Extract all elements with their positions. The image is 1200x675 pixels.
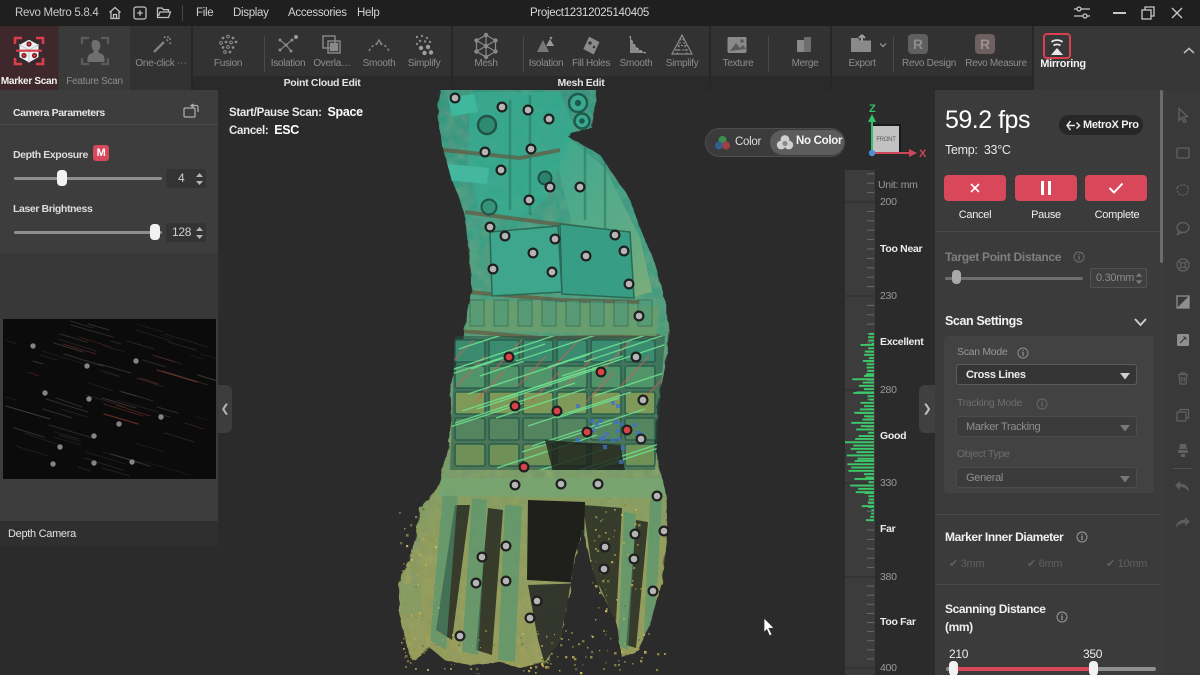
- svg-text:X: X: [919, 148, 927, 160]
- svg-text:Z: Z: [869, 103, 876, 115]
